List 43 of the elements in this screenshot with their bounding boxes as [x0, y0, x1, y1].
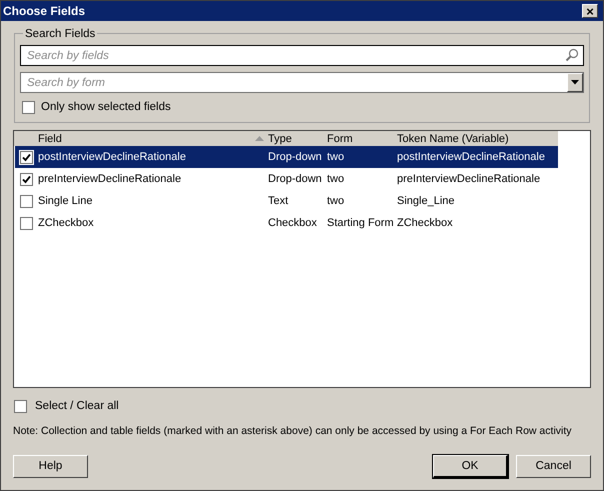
- dialog-button[interactable]: OK: [433, 455, 508, 478]
- caret-icon: [571, 80, 579, 85]
- column-header[interactable]: Form: [327, 130, 353, 147]
- column-header[interactable]: Token Name (Variable): [397, 130, 509, 147]
- table-cell: Checkbox: [268, 217, 317, 229]
- table-cell: Text: [268, 195, 288, 207]
- column-header[interactable]: Type: [268, 130, 292, 147]
- table-row[interactable]: ZCheckbox Checkbox Starting Form ZCheckbox: [15, 212, 558, 234]
- window-title: Choose Fields: [3, 3, 86, 20]
- close-button[interactable]: ×: [582, 4, 598, 18]
- note-text: Note: Collection and table fields (marked with an asterisk above) can only be accessed by using a For Each Row activity: [13, 424, 572, 438]
- table-cell: Single Line: [38, 195, 92, 207]
- table-row[interactable]: postInterviewDeclineRationale Drop-down two postInterviewDeclineRationale: [15, 146, 558, 168]
- table-cell: Single_Line: [397, 195, 454, 207]
- form-dropdown[interactable]: Search by form: [20, 72, 584, 93]
- table-cell: Starting Form: [327, 217, 394, 229]
- column-header[interactable]: Field: [38, 130, 62, 147]
- dropdown-arrow-button[interactable]: [567, 73, 583, 92]
- table-cell: two: [327, 151, 344, 163]
- checkbox[interactable]: [20, 194, 33, 208]
- table-row[interactable]: preInterviewDeclineRationale Drop-down two preInterviewDeclineRationale: [15, 168, 558, 190]
- checkbox-label: Only show selected fields: [41, 100, 171, 115]
- table-cell: Drop-down: [268, 151, 322, 163]
- table-cell: postInterviewDeclineRationale: [397, 151, 545, 163]
- table-cell: postInterviewDeclineRationale: [38, 151, 186, 163]
- table-cell: ZCheckbox: [397, 217, 453, 229]
- dialog-button[interactable]: Help: [13, 455, 88, 478]
- table-cell: ZCheckbox: [38, 217, 94, 229]
- checkbox[interactable]: [14, 400, 27, 414]
- table-row[interactable]: Single Line Text two Single_Line: [15, 190, 558, 212]
- checkbox[interactable]: [20, 172, 33, 186]
- table-cell: preInterviewDeclineRationale: [38, 173, 182, 185]
- table-cell: two: [327, 195, 344, 207]
- table-cell: preInterviewDeclineRationale: [397, 173, 540, 185]
- checkbox[interactable]: [20, 216, 33, 230]
- search-field[interactable]: Search by fields: [20, 45, 584, 66]
- checkbox-label: Select / Clear all: [35, 399, 119, 414]
- search-icon: [565, 48, 579, 62]
- dialog-button[interactable]: Cancel: [516, 455, 591, 478]
- table-cell: two: [327, 173, 344, 185]
- checkbox[interactable]: [22, 101, 35, 114]
- checkbox[interactable]: [20, 150, 33, 164]
- table-cell: Drop-down: [268, 173, 322, 185]
